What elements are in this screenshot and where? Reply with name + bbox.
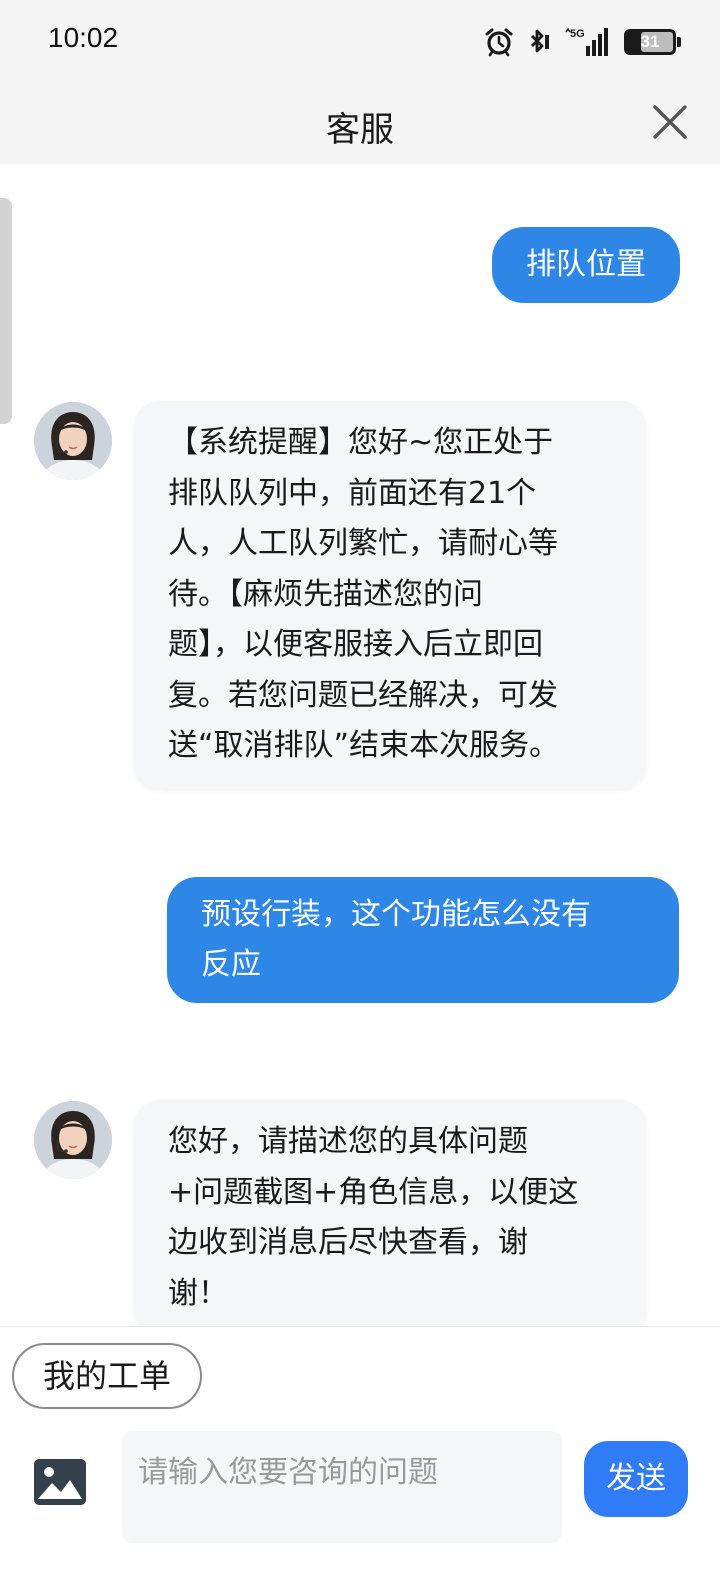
- message-line: 待。【麻烦先描述您的问: [168, 576, 483, 612]
- network-label: 5G: [570, 28, 585, 40]
- message-line: 反应: [201, 947, 261, 982]
- agent-message: 您好，请描述您的具体问题 +问题截图+角色信息，以便这 边收到消息后尽快查看，谢…: [134, 1100, 646, 1326]
- send-button[interactable]: 发送: [584, 1441, 688, 1517]
- bluetooth-icon: [524, 27, 554, 57]
- status-time: 10:02: [48, 22, 119, 53]
- my-tickets-button[interactable]: 我的工单: [12, 1343, 202, 1409]
- message-line: 边收到消息后尽快查看，谢: [168, 1225, 528, 1260]
- chat-area[interactable]: 排队位置 【系统提醒】您好~您正处于 排队队列中，前面还有21个 人，人工队列繁…: [0, 164, 720, 1326]
- header: 客服: [0, 84, 720, 164]
- message-line: 复。若您问题已经解决，可发: [168, 677, 558, 713]
- image-icon: [34, 1459, 86, 1505]
- alarm-icon: [484, 27, 514, 57]
- message-line: 人，人工队列繁忙，请耐心等: [168, 526, 558, 561]
- bottom-bar: 我的工单 请输入您要咨询的问题 发送: [0, 1326, 720, 1584]
- message-line: 谢！: [168, 1275, 228, 1311]
- message-line: 【系统提醒】您好~您正处于: [168, 425, 554, 460]
- side-drag-handle[interactable]: [0, 198, 12, 424]
- close-button[interactable]: [650, 102, 690, 142]
- message-line: 您好，请描述您的具体问题: [168, 1124, 528, 1159]
- user-message: 预设行装，这个功能怎么没有 反应: [167, 877, 679, 1003]
- message-line: 排队队列中，前面还有21个: [168, 475, 537, 511]
- message-line: 送“取消排队”结束本次服务。: [168, 728, 560, 763]
- signal-5g-icon: 5G: [564, 26, 614, 58]
- status-bar: 10:02 5G 31: [0, 0, 720, 84]
- message-input[interactable]: 请输入您要咨询的问题: [122, 1431, 562, 1543]
- close-icon: [653, 105, 687, 139]
- message-text: 排队位置: [526, 247, 646, 282]
- battery-level: 31: [640, 32, 660, 51]
- message-line: 题】，以便客服接入后立即回: [168, 627, 543, 662]
- status-icons: 5G 31: [484, 22, 681, 62]
- input-placeholder: 请输入您要咨询的问题: [138, 1455, 438, 1490]
- agent-avatar: [34, 402, 112, 480]
- agent-message: 【系统提醒】您好~您正处于 排队队列中，前面还有21个 人，人工队列繁忙，请耐心…: [134, 401, 646, 789]
- image-upload-button[interactable]: [34, 1459, 86, 1505]
- page-title: 客服: [326, 110, 394, 150]
- user-message: 排队位置: [492, 227, 680, 303]
- message-line: 预设行装，这个功能怎么没有: [201, 897, 591, 932]
- message-line: +问题截图+角色信息，以便这: [168, 1174, 579, 1210]
- battery-icon: 31: [624, 29, 681, 55]
- agent-avatar: [34, 1101, 112, 1179]
